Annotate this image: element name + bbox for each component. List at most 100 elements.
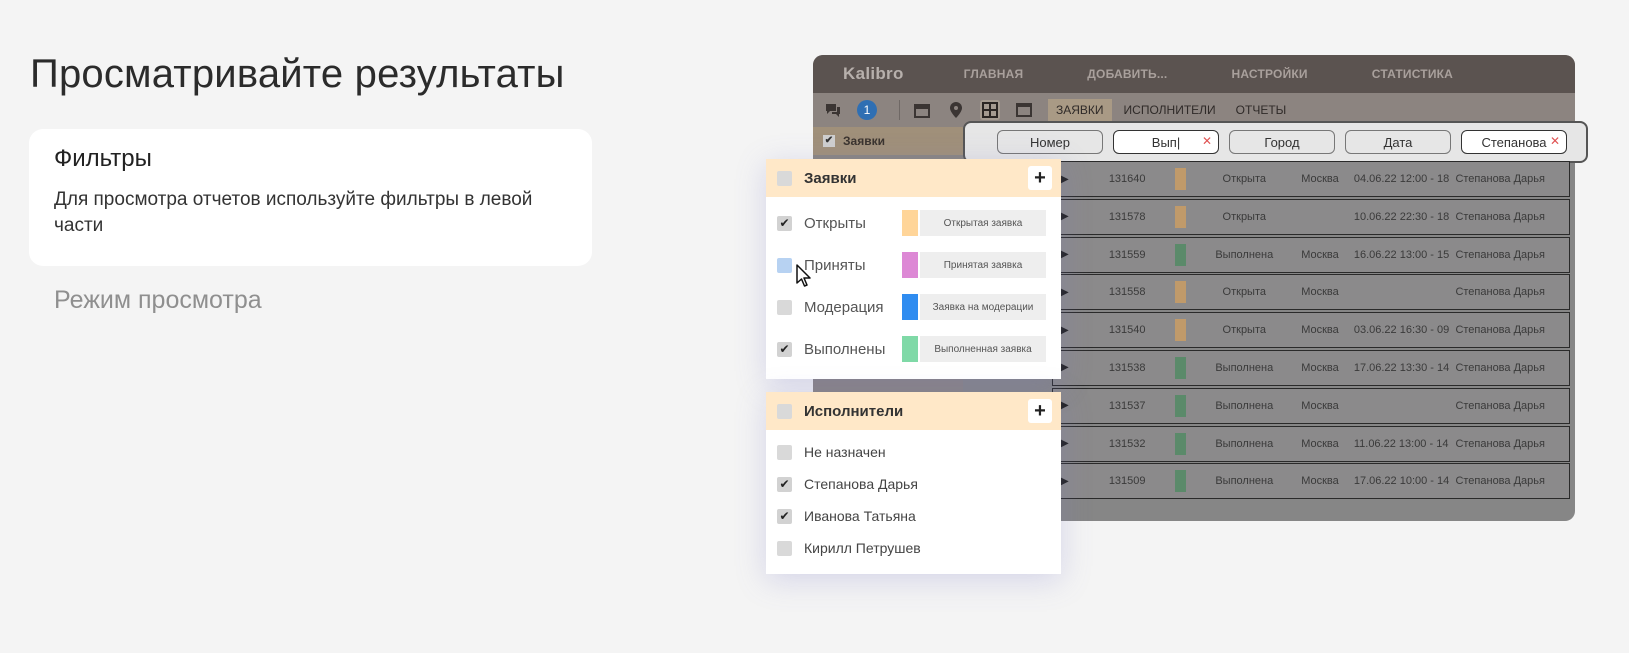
select-all-checkbox[interactable] [777, 403, 792, 419]
expand-arrow-icon[interactable]: ▶ [1053, 400, 1109, 411]
row-color-marker [1174, 168, 1203, 190]
row-number: 131532 [1108, 437, 1146, 450]
status-color-swatch [902, 210, 918, 236]
executor-item[interactable]: Кирилл Петрушев [766, 532, 1061, 564]
filter-person[interactable]: Степанова ✕ [1461, 130, 1567, 154]
filter-status[interactable]: Вып| ✕ [1113, 130, 1219, 154]
checkbox[interactable]: ✔ [777, 215, 792, 231]
checkbox[interactable]: ✔ [777, 508, 792, 524]
table-row[interactable]: ▶ 131558 Открыта Москва Степанова Дарья [1052, 274, 1570, 311]
row-color-marker [1174, 281, 1203, 304]
filter-city[interactable]: Город [1229, 130, 1335, 154]
filter-item-label: Модерация [804, 298, 884, 316]
checkbox[interactable] [777, 257, 792, 273]
table-row[interactable]: ▶ 131640 Открыта Москва 04.06.22 12:00 - 18 С… [1052, 161, 1570, 197]
row-city: Москва [1301, 286, 1339, 299]
checkbox[interactable]: ✔ [777, 341, 792, 357]
tab-orders[interactable]: ЗАЯВКИ [1048, 99, 1112, 121]
table-row[interactable]: ▶ 131540 Открыта Москва 03.06.22 16:30 - 09 С… [1052, 312, 1570, 349]
executor-item[interactable]: ✔ Иванова Татьяна [766, 500, 1061, 532]
expand-arrow-icon[interactable]: ▶ [1053, 211, 1109, 222]
row-city: Москва [1301, 361, 1339, 374]
table-row[interactable]: ▶ 131532 Выполнена Москва 11.06.22 13:00 - 1… [1052, 425, 1570, 462]
row-date: 10.06.22 22:30 - 18 [1353, 210, 1450, 223]
row-status: Открыта [1222, 324, 1266, 337]
filter-date[interactable]: Дата [1345, 130, 1451, 154]
status-tag: Заявка на модерации [920, 294, 1046, 320]
calendar-icon[interactable] [912, 100, 932, 120]
tab-executors[interactable]: ИСПОЛНИТЕЛИ [1116, 99, 1224, 121]
window-icon[interactable] [1014, 100, 1034, 120]
expand-arrow-icon[interactable]: ▶ [1053, 174, 1109, 185]
checkbox[interactable] [777, 444, 792, 460]
row-date: 17.06.22 13:30 - 14 [1353, 361, 1450, 374]
add-button[interactable]: + [1028, 166, 1052, 190]
filter-label: Вып| [1151, 134, 1181, 150]
row-person: Степанова Дарья [1455, 361, 1545, 374]
filters-feature-card[interactable]: Фильтры Для просмотра отчетов используйт… [29, 129, 592, 266]
expand-arrow-icon[interactable]: ▶ [1053, 438, 1109, 449]
card-title: Фильтры [54, 145, 152, 172]
filter-number[interactable]: Номер [997, 130, 1103, 154]
clear-icon[interactable]: ✕ [1550, 134, 1560, 148]
table-row[interactable]: ▶ 131559 Выполнена Москва 16.06.22 13:00 - 1… [1052, 236, 1570, 273]
row-person: Степанова Дарья [1455, 286, 1545, 299]
add-button[interactable]: + [1028, 399, 1052, 423]
row-color-marker [1174, 394, 1203, 417]
table-row[interactable]: ▶ 131578 Открыта 10.06.22 22:30 - 18 Степано… [1052, 198, 1570, 235]
status-tag: Выполненная заявка [920, 336, 1046, 362]
row-status: Выполнена [1215, 248, 1274, 261]
executor-label: Иванова Татьяна [804, 508, 916, 524]
row-number: 131558 [1108, 286, 1146, 299]
table-row[interactable]: ▶ 131509 Выполнена Москва 17.06.22 10:00 - 1… [1052, 463, 1570, 500]
filter-label: Дата [1383, 134, 1413, 150]
tab-reports[interactable]: ОТЧЕТЫ [1228, 99, 1295, 121]
filter-item-done[interactable]: ✔ Выполнены Выполненная заявка [766, 335, 1061, 363]
view-mode-link[interactable]: Режим просмотра [54, 286, 262, 315]
nav-item-main[interactable]: ГЛАВНАЯ [964, 67, 1024, 81]
row-city: Москва [1301, 324, 1339, 337]
map-pin-icon[interactable] [946, 100, 966, 120]
checkbox[interactable]: ✔ [777, 476, 792, 492]
table-row[interactable]: ▶ 131537 Выполнена Москва Степанова Дарья [1052, 387, 1570, 424]
table-row[interactable]: ▶ 131538 Выполнена Москва 17.06.22 13:30 - 1… [1052, 349, 1570, 386]
expand-arrow-icon[interactable]: ▶ [1053, 362, 1109, 373]
row-date: 04.06.22 12:00 - 18 [1353, 173, 1450, 185]
nav-item-stats[interactable]: СТАТИСТИКА [1372, 67, 1453, 81]
expand-arrow-icon[interactable]: ▶ [1053, 249, 1109, 260]
checkbox[interactable] [777, 540, 792, 556]
notification-badge[interactable]: 1 [857, 100, 877, 120]
left-sidebar-title: Заявки [843, 134, 885, 148]
status-color-swatch [902, 336, 918, 362]
row-date: 16.06.22 13:00 - 15 [1353, 248, 1450, 261]
row-city: Москва [1301, 437, 1339, 450]
table-view-icon[interactable] [980, 100, 1000, 120]
row-color-marker [1174, 205, 1203, 228]
checkbox[interactable]: ✔ [823, 135, 835, 147]
row-number: 131578 [1108, 210, 1146, 223]
expand-arrow-icon[interactable]: ▶ [1053, 325, 1109, 336]
chat-icon[interactable] [823, 100, 843, 120]
expand-arrow-icon[interactable]: ▶ [1053, 287, 1109, 298]
checkbox[interactable] [777, 299, 792, 315]
filter-item-moderation[interactable]: Модерация Заявка на модерации [766, 293, 1061, 321]
row-color-marker [1174, 243, 1203, 266]
clear-icon[interactable]: ✕ [1202, 134, 1212, 148]
executor-item[interactable]: Не назначен [766, 436, 1061, 468]
row-date: 11.06.22 13:00 - 14 [1353, 437, 1449, 450]
row-city: Москва [1301, 173, 1339, 185]
filter-item-open[interactable]: ✔ Открыты Открытая заявка [766, 209, 1061, 237]
row-person: Степанова Дарья [1455, 324, 1545, 337]
row-status: Выполнена [1215, 437, 1274, 450]
select-all-checkbox[interactable] [777, 170, 792, 186]
row-person: Степанова Дарья [1455, 437, 1545, 450]
executor-label: Кирилл Петрушев [804, 540, 921, 556]
nav-item-settings[interactable]: НАСТРОЙКИ [1231, 67, 1307, 81]
nav-item-add[interactable]: ДОБАВИТЬ... [1087, 67, 1167, 81]
left-sidebar-head[interactable]: ✔ Заявки [813, 127, 963, 155]
executor-item[interactable]: ✔ Степанова Дарья [766, 468, 1061, 500]
expand-arrow-icon[interactable]: ▶ [1053, 476, 1109, 487]
executor-label: Степанова Дарья [804, 476, 918, 492]
row-city: Москва [1301, 399, 1339, 412]
row-status: Выполнена [1215, 475, 1274, 488]
